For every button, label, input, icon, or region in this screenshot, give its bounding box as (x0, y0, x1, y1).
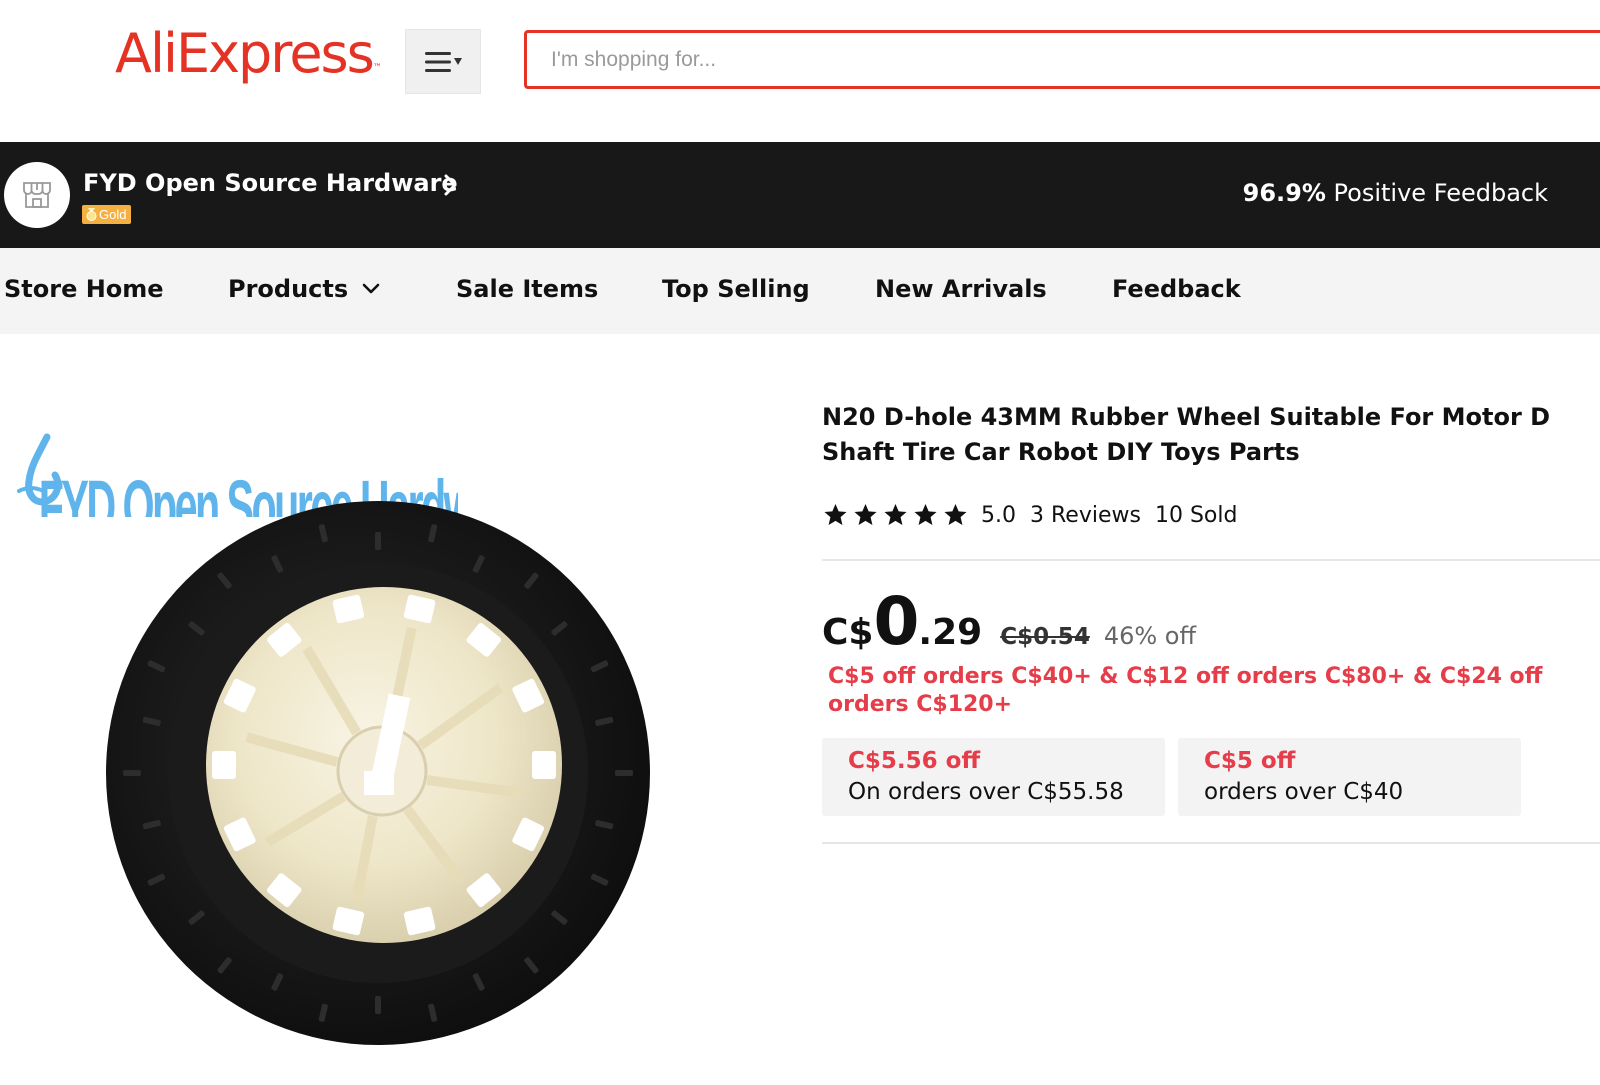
price-currency: C$ (822, 612, 874, 653)
product-wheel-image (106, 501, 650, 1045)
store-navigation: Store Home Products Sale Items Top Selli… (0, 248, 1600, 334)
logo-trademark: ™ (372, 63, 382, 73)
nav-sale-items[interactable]: Sale Items (456, 275, 598, 303)
divider (822, 842, 1600, 844)
search-input[interactable] (551, 45, 1451, 75)
price-block: C$ 0 .29 C$0.54 46% off (822, 583, 1197, 660)
discount-percent: 46% off (1103, 622, 1197, 650)
nav-new-arrivals[interactable]: New Arrivals (875, 275, 1047, 303)
reviews-link[interactable]: 3 Reviews (1030, 503, 1141, 528)
coupon-amount: C$5.56 off (848, 748, 981, 774)
store-name-link[interactable]: FYD Open Source Hardware (83, 169, 458, 197)
hamburger-menu-icon (425, 51, 462, 72)
category-menu-button[interactable] (405, 29, 481, 94)
aliexpress-logo[interactable]: AliExpress™ (115, 18, 382, 90)
nav-label: Feedback (1112, 275, 1241, 303)
nav-feedback[interactable]: Feedback (1112, 275, 1241, 303)
feedback-percent: 96.9% (1242, 179, 1326, 207)
logo-text: AliExpress (115, 22, 375, 85)
store-promotion[interactable]: C$5 off orders C$40+ & C$12 off orders C… (828, 663, 1553, 719)
store-icon (23, 182, 51, 208)
star-icon (914, 503, 937, 525)
store-avatar[interactable] (4, 162, 70, 228)
price-integer: 0 (873, 583, 919, 660)
positive-feedback: 96.9% Positive Feedback (1243, 179, 1548, 207)
store-header-bar: FYD Open Source Hardware Gold 96.9% Posi… (0, 142, 1600, 248)
star-rating[interactable] (822, 502, 969, 528)
coupon-card[interactable]: C$5.56 off On orders over C$55.58 (822, 738, 1165, 816)
coupon-amount: C$5 off (1204, 748, 1296, 774)
nav-label: Top Selling (662, 275, 810, 303)
product-title: N20 D-hole 43MM Rubber Wheel Suitable Fo… (822, 403, 1551, 466)
coupon-condition: On orders over C$55.58 (848, 779, 1124, 805)
nav-label: Store Home (4, 275, 164, 303)
rating-summary: 5.0 3 Reviews 10 Sold (822, 498, 1237, 532)
nav-products[interactable]: Products (228, 275, 380, 303)
site-header: AliExpress™ (0, 0, 1600, 142)
rating-value: 5.0 (981, 502, 1016, 528)
search-box (524, 30, 1600, 89)
coupon-condition: orders over C$40 (1204, 779, 1404, 805)
feedback-label: Positive Feedback (1333, 179, 1548, 207)
product-image-gallery[interactable]: FYD Open Source Hardware (0, 395, 790, 1085)
sold-count: 10 Sold (1154, 502, 1238, 528)
coupon-card[interactable]: C$5 off orders over C$40 (1178, 738, 1521, 816)
nav-label: New Arrivals (875, 275, 1047, 303)
nav-label: Sale Items (456, 275, 599, 303)
chevron-down-icon (362, 283, 380, 294)
medal-icon (86, 208, 97, 221)
nav-top-selling[interactable]: Top Selling (662, 275, 810, 303)
star-icon (884, 503, 907, 525)
nav-label: Products (228, 275, 349, 303)
star-icon (824, 503, 847, 525)
nav-store-home[interactable]: Store Home (4, 275, 164, 303)
chevron-right-icon[interactable] (440, 172, 462, 198)
price-decimal: .29 (918, 612, 983, 653)
original-price: C$0.54 (1000, 624, 1090, 650)
star-icon (854, 503, 877, 525)
gold-seller-badge: Gold (82, 205, 132, 224)
divider (822, 559, 1600, 561)
badge-label: Gold (99, 207, 127, 222)
star-icon (944, 503, 967, 525)
